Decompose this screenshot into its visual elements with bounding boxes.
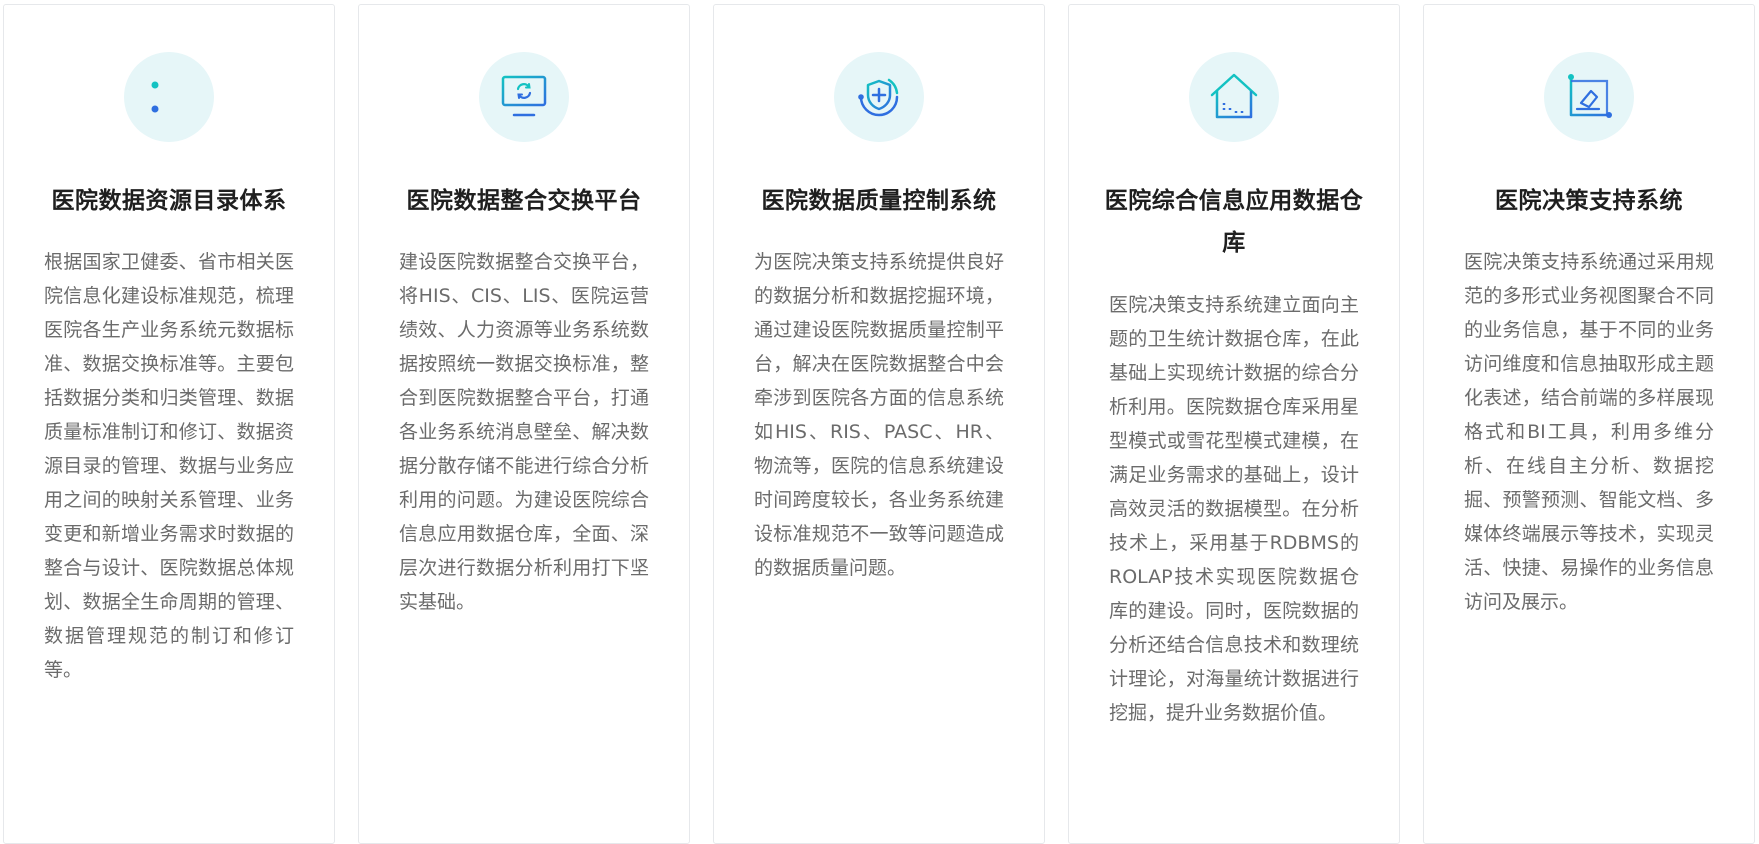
warehouse-house-icon <box>1189 52 1279 142</box>
card-data-quality-control: 医院数据质量控制系统 为医院决策支持系统提供良好的数据分析和数据挖掘环境，通过建… <box>713 4 1045 844</box>
card-title: 医院数据资源目录体系 <box>51 188 287 214</box>
card-title: 医院综合信息应用数据仓库 <box>1104 188 1364 256</box>
card-data-warehouse: 医院综合信息应用数据仓库 医院决策支持系统建立面向主题的卫生统计数据仓库，在此基… <box>1068 4 1400 844</box>
card-description: 医院决策支持系统建立面向主题的卫生统计数据仓库，在此基础上实现统计数据的综合分析… <box>1109 294 1359 724</box>
decision-chart-icon <box>1544 52 1634 142</box>
feature-cards: 医院数据资源目录体系 根据国家卫健委、省市相关医院信息化建设标准规范，梳理医院各… <box>0 0 1759 844</box>
card-data-resource-catalog: 医院数据资源目录体系 根据国家卫健委、省市相关医院信息化建设标准规范，梳理医院各… <box>3 4 335 844</box>
shield-plus-icon <box>834 52 924 142</box>
card-data-integration-platform: 医院数据整合交换平台 建设医院数据整合交换平台，将HIS、CIS、LIS、医院运… <box>358 4 690 844</box>
card-description: 为医院决策支持系统提供良好的数据分析和数据挖掘环境，通过建设医院数据质量控制平台… <box>754 251 1004 579</box>
card-description: 根据国家卫健委、省市相关医院信息化建设标准规范，梳理医院各生产业务系统元数据标准… <box>44 251 294 681</box>
card-title: 医院数据质量控制系统 <box>761 188 997 214</box>
card-description: 建设医院数据整合交换平台，将HIS、CIS、LIS、医院运营绩效、人力资源等业务… <box>399 251 649 613</box>
list-catalog-icon <box>124 52 214 142</box>
card-description: 医院决策支持系统通过采用规范的多形式业务视图聚合不同的业务信息，基于不同的业务访… <box>1464 251 1714 613</box>
card-title: 医院决策支持系统 <box>1495 188 1683 214</box>
card-title: 医院数据整合交换平台 <box>406 188 642 214</box>
card-decision-support: 医院决策支持系统 医院决策支持系统通过采用规范的多形式业务视图聚合不同的业务信息… <box>1423 4 1755 844</box>
monitor-refresh-icon <box>479 52 569 142</box>
